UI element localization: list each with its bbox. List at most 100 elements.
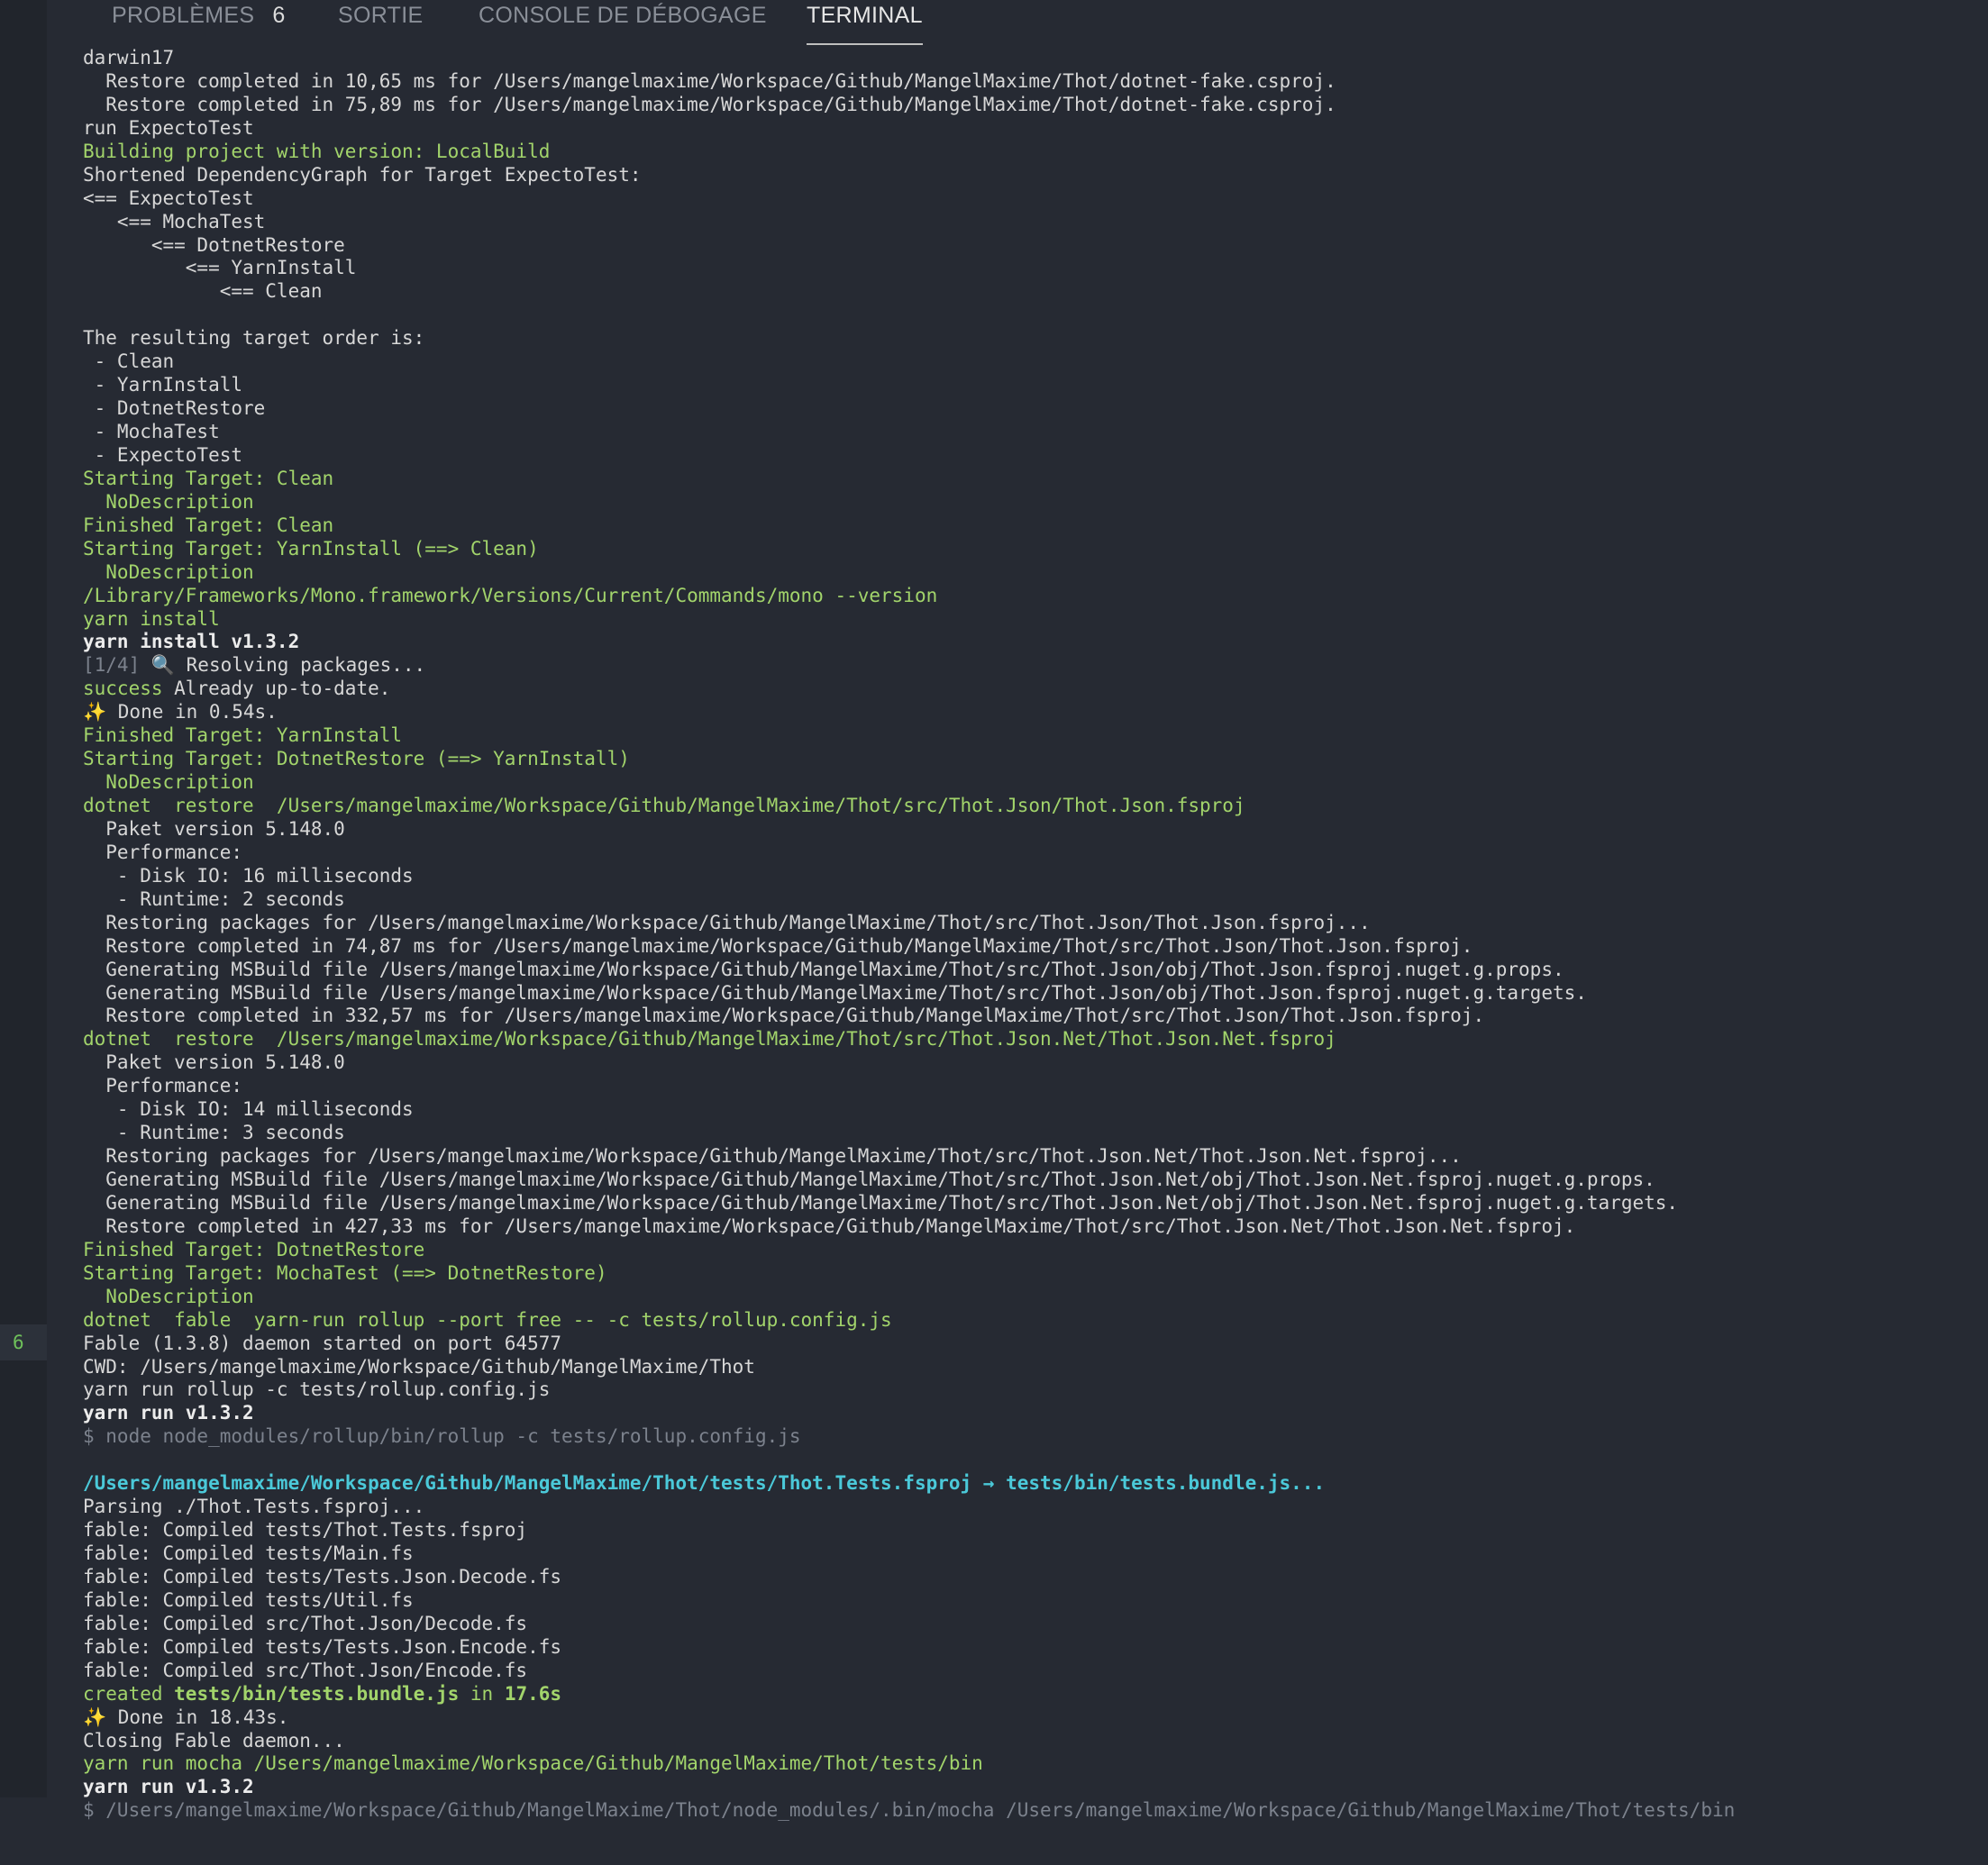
terminal-text: Paket version 5.148.0 (83, 1051, 345, 1074)
terminal-line: NoDescription (83, 1286, 1975, 1309)
terminal-line: NoDescription (83, 561, 1975, 585)
terminal-text: <== ExpectoTest (83, 186, 254, 209)
terminal-text: Starting Target: Clean (83, 467, 334, 489)
terminal-text: fable: Compiled tests/Main.fs (83, 1542, 414, 1564)
terminal-text: Restore completed in 427,33 ms for /User… (83, 1215, 1576, 1237)
terminal-line: /Users/mangelmaxime/Workspace/Github/Man… (83, 1472, 1975, 1496)
terminal-line: [1/4] 🔍 Resolving packages... (83, 654, 1975, 678)
terminal-text: fable: Compiled tests/Thot.Tests.fsproj (83, 1519, 528, 1542)
panel-tab-bar: PROBLÈMES 6 SORTIE CONSOLE DE DÉBOGAGE TE… (47, 0, 1988, 45)
terminal-line: Starting Target: Clean (83, 468, 1975, 491)
terminal-line: <== Clean (83, 280, 1975, 304)
terminal-text: Restore completed in 74,87 ms for /Users… (83, 934, 1473, 957)
terminal-text: /Library/Frameworks/Mono.framework/Versi… (83, 584, 938, 606)
terminal-line: - YarnInstall (83, 374, 1975, 397)
terminal-text: Closing Fable daemon... (83, 1729, 345, 1751)
terminal-text: - ExpectoTest (83, 443, 243, 466)
terminal-text: yarn run mocha /Users/mangelmaxime/Works… (83, 1752, 983, 1775)
terminal-line: Restore completed in 75,89 ms for /Users… (83, 94, 1975, 117)
terminal-text: - Runtime: 2 seconds (83, 887, 345, 910)
terminal-line: fable: Compiled tests/Tests.Json.Encode.… (83, 1636, 1975, 1660)
terminal-text: NoDescription (83, 771, 254, 794)
terminal-line: yarn install (83, 608, 1975, 632)
terminal-line: fable: Compiled src/Thot.Json/Encode.fs (83, 1660, 1975, 1683)
terminal-text: yarn run v1.3.2 (83, 1776, 254, 1798)
tab-terminal-label: TERMINAL (807, 3, 923, 28)
terminal-line: - Runtime: 3 seconds (83, 1122, 1975, 1145)
terminal-text: Starting Target: MochaTest (==> DotnetRe… (83, 1261, 607, 1284)
terminal-text: - MochaTest (83, 421, 220, 442)
terminal-text: Starting Target: YarnInstall (==> Clean) (83, 537, 539, 560)
terminal-text: NoDescription (83, 490, 254, 513)
tab-debug-console[interactable]: CONSOLE DE DÉBOGAGE (479, 0, 767, 45)
terminal-line: - Clean (83, 350, 1975, 374)
terminal-line: <== DotnetRestore (83, 234, 1975, 258)
terminal-text: dotnet restore /Users/mangelmaxime/Works… (83, 795, 1245, 816)
terminal-line: Closing Fable daemon... (83, 1730, 1975, 1753)
terminal-line: fable: Compiled tests/Main.fs (83, 1542, 1975, 1566)
tab-terminal[interactable]: TERMINAL (807, 0, 923, 45)
terminal-text: Finished Target: Clean (83, 514, 334, 536)
terminal-text: tests/bin/tests.bundle.js (174, 1682, 460, 1705)
terminal-line: dotnet restore /Users/mangelmaxime/Works… (83, 795, 1975, 818)
terminal-text: yarn install (83, 607, 220, 630)
terminal-line: Paket version 5.148.0 (83, 1051, 1975, 1075)
terminal-text: <== DotnetRestore (83, 233, 345, 256)
terminal-text: $ /Users/mangelmaxime/Workspace/Github/M… (83, 1799, 1736, 1822)
terminal-line: yarn install v1.3.2 (83, 631, 1975, 654)
terminal-line: Restore completed in 427,33 ms for /User… (83, 1215, 1975, 1239)
terminal-text: run ExpectoTest (83, 116, 254, 139)
terminal-line: <== ExpectoTest (83, 187, 1975, 211)
terminal-text: dotnet fable yarn-run rollup --port free… (83, 1308, 892, 1331)
terminal-line: ✨ Done in 18.43s. (83, 1706, 1975, 1730)
terminal-text: Restoring packages for /Users/mangelmaxi… (83, 1145, 1462, 1168)
terminal-text: <== Clean (83, 280, 323, 303)
terminal-line: - Runtime: 2 seconds (83, 888, 1975, 912)
terminal-line: <== MochaTest (83, 211, 1975, 234)
terminal-line: Finished Target: DotnetRestore (83, 1239, 1975, 1262)
terminal-text: Generating MSBuild file /Users/mangelmax… (83, 981, 1587, 1004)
terminal-line: Finished Target: Clean (83, 514, 1975, 538)
terminal-text: Building project with version: LocalBuil… (83, 140, 551, 162)
terminal-line: Restoring packages for /Users/mangelmaxi… (83, 912, 1975, 935)
terminal-text: CWD: /Users/mangelmaxime/Workspace/Githu… (83, 1355, 755, 1378)
terminal-line: Paket version 5.148.0 (83, 818, 1975, 842)
terminal-line: Starting Target: MochaTest (==> DotnetRe… (83, 1262, 1975, 1286)
terminal-line: fable: Compiled tests/Tests.Json.Decode.… (83, 1566, 1975, 1589)
terminal-line: - Disk IO: 14 milliseconds (83, 1098, 1975, 1122)
terminal-line: Finished Target: YarnInstall (83, 724, 1975, 748)
terminal-line: darwin17 (83, 47, 1975, 70)
terminal-line: Generating MSBuild file /Users/mangelmax… (83, 1192, 1975, 1215)
terminal-text: The resulting target order is: (83, 327, 425, 350)
tab-output[interactable]: SORTIE (338, 0, 423, 45)
terminal-line: Restore completed in 10,65 ms for /Users… (83, 70, 1975, 94)
terminal-line: NoDescription (83, 771, 1975, 795)
terminal-text: <== MochaTest (83, 210, 266, 232)
terminal-text: Parsing ./Thot.Tests.fsproj... (83, 1496, 425, 1518)
problems-count-badge: 6 (272, 3, 286, 28)
terminal-text: ✨ Done in 18.43s. (83, 1706, 289, 1728)
terminal-line: yarn run v1.3.2 (83, 1776, 1975, 1799)
terminal-text: Restore completed in 10,65 ms for /Users… (83, 69, 1336, 92)
terminal-output[interactable]: darwin17 Restore completed in 10,65 ms f… (83, 47, 1975, 1826)
terminal-line: yarn run mocha /Users/mangelmaxime/Works… (83, 1752, 1975, 1776)
terminal-text: Performance: (83, 841, 243, 863)
terminal-text: /Users/mangelmaxime/Workspace/Github/Man… (83, 1472, 1326, 1495)
tab-problems-label: PROBLÈMES (112, 3, 255, 28)
terminal-text: NoDescription (83, 1285, 254, 1307)
terminal-line: - MochaTest (83, 421, 1975, 444)
terminal-line: The resulting target order is: (83, 327, 1975, 350)
terminal-text: fable: Compiled tests/Util.fs (83, 1588, 414, 1611)
terminal-text: [1/4] (83, 654, 141, 677)
terminal-line: Generating MSBuild file /Users/mangelmax… (83, 959, 1975, 982)
terminal-line: Generating MSBuild file /Users/mangelmax… (83, 1169, 1975, 1192)
terminal-text: yarn install v1.3.2 (83, 631, 300, 653)
terminal-text: Restore completed in 75,89 ms for /Users… (83, 93, 1336, 115)
terminal-line: Restore completed in 74,87 ms for /Users… (83, 935, 1975, 959)
terminal-line: NoDescription (83, 491, 1975, 514)
terminal-line: Performance: (83, 1075, 1975, 1098)
terminal-line: Generating MSBuild file /Users/mangelmax… (83, 982, 1975, 1005)
terminal-line: created tests/bin/tests.bundle.js in 17.… (83, 1683, 1975, 1706)
tab-problems[interactable]: PROBLÈMES 6 (112, 0, 286, 45)
gutter-problem-badge[interactable]: 6 (0, 1324, 47, 1360)
